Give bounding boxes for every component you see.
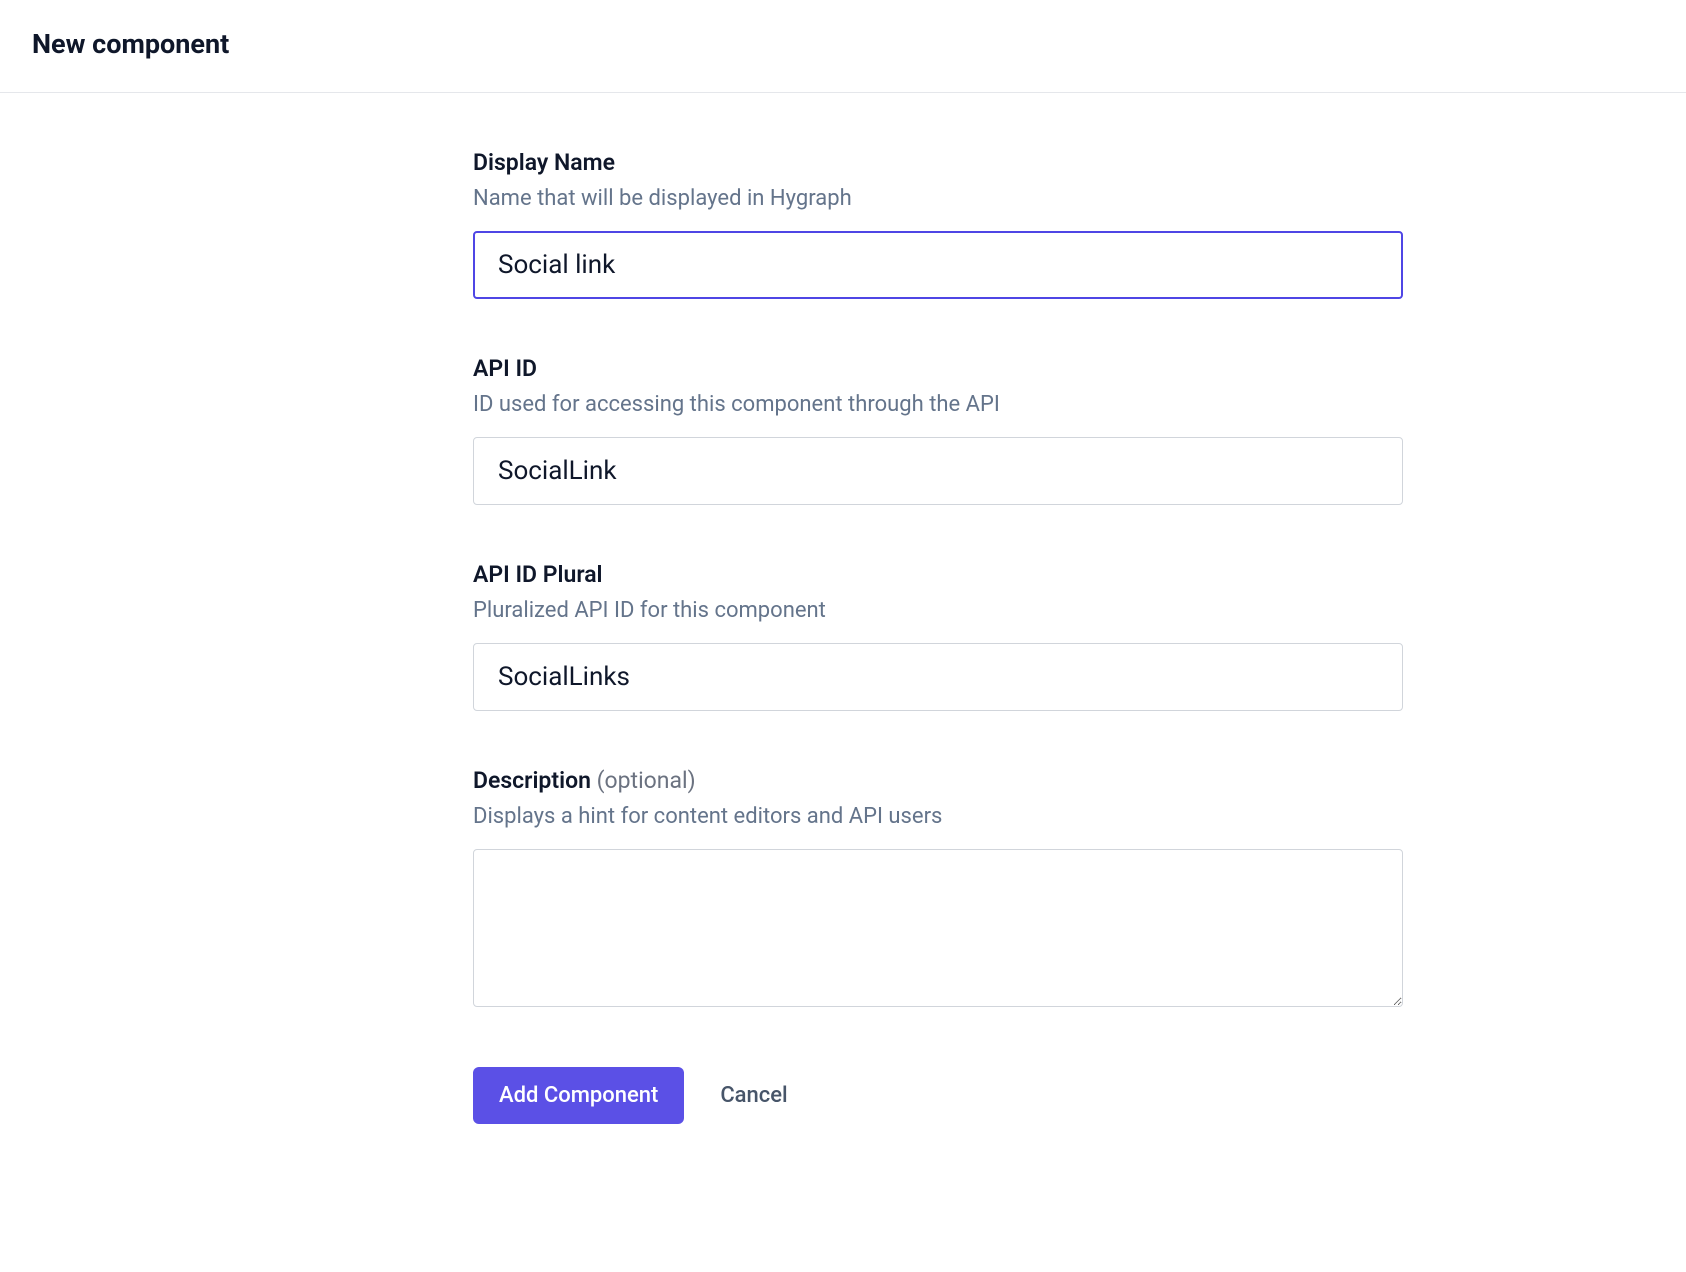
field-description: Description (optional) Displays a hint f… — [473, 767, 1403, 1011]
field-api-id: API ID ID used for accessing this compon… — [473, 355, 1403, 505]
page-title: New component — [32, 28, 1654, 60]
form-container: Display Name Name that will be displayed… — [188, 93, 1498, 1184]
page-header: New component — [0, 0, 1686, 93]
display-name-input[interactable] — [473, 231, 1403, 299]
description-input[interactable] — [473, 849, 1403, 1007]
display-name-hint: Name that will be displayed in Hygraph — [473, 186, 1403, 211]
field-display-name: Display Name Name that will be displayed… — [473, 149, 1403, 299]
api-id-hint: ID used for accessing this component thr… — [473, 392, 1403, 417]
add-component-button[interactable]: Add Component — [473, 1067, 684, 1124]
description-optional: (optional) — [597, 767, 696, 794]
cancel-button[interactable]: Cancel — [720, 1083, 787, 1108]
field-api-id-plural: API ID Plural Pluralized API ID for this… — [473, 561, 1403, 711]
description-label: Description (optional) — [473, 767, 1403, 794]
api-id-plural-input[interactable] — [473, 643, 1403, 711]
button-row: Add Component Cancel — [473, 1067, 1403, 1124]
form-inner: Display Name Name that will be displayed… — [473, 149, 1403, 1124]
display-name-label: Display Name — [473, 149, 1403, 176]
description-label-text: Description — [473, 767, 591, 794]
description-hint: Displays a hint for content editors and … — [473, 804, 1403, 829]
api-id-plural-label: API ID Plural — [473, 561, 1403, 588]
api-id-input[interactable] — [473, 437, 1403, 505]
api-id-label: API ID — [473, 355, 1403, 382]
api-id-plural-hint: Pluralized API ID for this component — [473, 598, 1403, 623]
